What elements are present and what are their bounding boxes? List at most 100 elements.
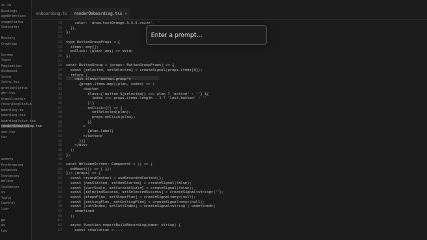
line-number: 26 [57, 53, 62, 58]
line-number: 49 [57, 162, 62, 166]
line-number: 48 [57, 157, 62, 162]
code-line[interactable]: <button [66, 87, 98, 91]
sidebar-file-item[interactable]: lier [1, 207, 9, 211]
sidebar-file-item[interactable]: ge [1, 218, 5, 222]
line-number: 57 [57, 199, 62, 204]
code-line[interactable]: const WelcomeScreen: Component = () => { [66, 162, 153, 166]
line-number: 38 [57, 110, 62, 115]
code-line[interactable]: onMount(() => { }); [66, 167, 111, 171]
code-line[interactable]: undefined [66, 209, 95, 213]
code-line[interactable]: </button> [66, 134, 103, 138]
sidebar-file-item[interactable]: tor [1, 135, 7, 139]
code-editor[interactable]: 19 20 21 22 23 24 25 26 27 28 29 30 31 32 33 34 35 36 37 38… [32, 19, 427, 240]
code-line[interactable]: const [selectedSuccess, setSelectedSucce… [66, 190, 224, 194]
line-number: 51 [57, 171, 62, 176]
code-line[interactable]: type ButtonGroupProps = { [66, 40, 120, 44]
line-number: 61 [57, 218, 62, 223]
line-number: 19 [57, 21, 62, 25]
code-line[interactable]: const [currScale, setCurrentScale] = cre… [66, 186, 193, 190]
sidebar-file-item[interactable]: Input [1, 58, 11, 62]
sidebar-file-item[interactable]: nstances [1, 168, 17, 172]
line-number: 30 [57, 72, 62, 77]
sidebar-file-item[interactable]: Control [1, 201, 15, 205]
code-line[interactable]: onClick: (plan: any) => void; [66, 49, 133, 53]
code-line[interactable]: ); [66, 214, 74, 218]
sidebar-file-item[interactable]: Intro [1, 75, 11, 79]
line-number: 41 [57, 124, 62, 129]
code-line[interactable]: class={'button ${selected() === plan ? '… [66, 92, 209, 96]
code-line[interactable]: const ButtonGroup = (props: ButtonGroupP… [66, 63, 174, 67]
sidebar-file-item[interactable]: Instances [1, 185, 19, 189]
sidebar-file-item[interactable]: Screen [1, 53, 13, 57]
sidebar-file-item[interactable]: onents [1, 157, 13, 161]
sidebar-file-item[interactable]: boardingTutor.tsx [1, 119, 36, 123]
code-line[interactable]: </div> [66, 143, 88, 147]
sidebar-file-item[interactable]: renderOnboarding.tsx [1, 124, 42, 128]
code-line[interactable]: const resolution = ... [66, 228, 123, 232]
sidebar-file-item[interactable]: recordingStatus [1, 102, 32, 106]
code-line[interactable]: const recordContent = useRecordedContent… [66, 176, 163, 180]
sidebar-file-item[interactable]: Pagination [1, 64, 21, 68]
code-line[interactable]: {props.items.map((plan, index) => ( [66, 82, 155, 86]
code-line[interactable]: onClick={() => { [66, 106, 123, 110]
sidebar-file-item[interactable]: les [1, 229, 7, 233]
code-line[interactable]: }; [66, 153, 70, 157]
code-line[interactable]: const [selected, setSelected] = createSi… [66, 68, 202, 72]
code-line[interactable]: };= (props) => { [66, 171, 101, 175]
sidebar-file-item[interactable]: Outbound [1, 69, 17, 73]
sidebar-file-item[interactable]: ic.ts [1, 3, 11, 7]
tab-label: onboarding.ts [36, 11, 68, 16]
code-line[interactable]: }; [66, 30, 70, 34]
sidebar-file-item[interactable]: ageDetection [1, 14, 26, 18]
sidebar-file-item[interactable]: Preferences [1, 163, 23, 167]
code-line[interactable]: }} [66, 120, 92, 124]
code-line[interactable]: setSelected(plan); [66, 110, 131, 114]
sidebar-file-item[interactable]: grationStatus [1, 86, 28, 90]
code-line[interactable]: const [settingPlan, setSettingPlan] = cr… [66, 200, 204, 204]
code-line[interactable]: const [cuttIndex, setCuttIndex] = create… [66, 204, 215, 208]
code-line[interactable]: return ( [66, 73, 87, 77]
sidebar-file-item[interactable]: Intro.tsx [1, 80, 19, 84]
tab-label: renderOnboarding.tsx [74, 11, 123, 16]
sidebar-file-item[interactable]: usageStatus [1, 20, 23, 24]
code-line[interactable]: }; [66, 54, 70, 58]
code-line[interactable]: }), [66, 26, 77, 30]
close-icon[interactable]: × [125, 8, 127, 19]
line-number: 23 [57, 39, 62, 44]
code-line[interactable]: const [stepsPlan, setStepsPlan] = create… [66, 195, 196, 199]
code-line[interactable]: ))} [66, 139, 86, 143]
sidebar-file-item[interactable]: ase.tsx [1, 130, 15, 134]
sidebar-file-item[interactable]: boarding.tsx [1, 113, 26, 117]
sidebar-file-item[interactable]: boarding.ts [1, 108, 23, 112]
code-line[interactable]: index === props.items.length - 1 ? 'last… [66, 96, 207, 100]
line-number: 29 [57, 68, 62, 72]
sidebar-file-item[interactable]: Tools [1, 196, 11, 200]
tab-onboarding-ts[interactable]: onboarding.ts [32, 8, 73, 19]
sidebar-file-item[interactable]: Creation [1, 42, 17, 46]
sidebar-file-item[interactable]: Bindings [1, 9, 17, 13]
sidebar-file-item[interactable]: ws [1, 223, 5, 227]
code-line[interactable]: }'} [66, 101, 95, 105]
sidebar-file-item[interactable]: Indicator [1, 25, 19, 29]
sidebar-file-item[interactable]: Mistory [1, 36, 15, 40]
code-line[interactable]: props.onClick(plan); [66, 115, 135, 119]
sidebar-file-item[interactable]: ghr.tsx [1, 91, 15, 95]
line-number: 28 [57, 63, 62, 68]
code-line[interactable]: async function exportBuildRecording(name… [66, 223, 180, 227]
code-line[interactable]: ); [66, 148, 74, 152]
code-line[interactable]: {plan.label} [66, 129, 114, 133]
line-number: 21 [57, 30, 62, 35]
code-line[interactable]: items: any[]; [66, 45, 98, 49]
line-number: 35 [57, 96, 62, 101]
tab-render-onboarding-tsx[interactable]: renderOnboarding.tsx × [70, 8, 130, 19]
line-number: 32 [57, 82, 62, 87]
code-line[interactable]: color: 'drum-textOrange-5-5-5-csize', [66, 21, 155, 25]
prompt-input[interactable] [151, 26, 261, 44]
sidebar-file-item[interactable]: meline [1, 179, 13, 183]
sidebar-file-item[interactable]: Instances [1, 174, 19, 178]
sidebar-file-item[interactable]: ntentCreator [1, 97, 26, 101]
sidebar-file-item[interactable]: ss [1, 190, 5, 194]
code-line[interactable]: const [hasStarted, setHasStarted] = crea… [66, 181, 191, 185]
code-line[interactable]: > [66, 124, 85, 128]
code-line[interactable]: <div class="button-group"> [66, 77, 131, 81]
